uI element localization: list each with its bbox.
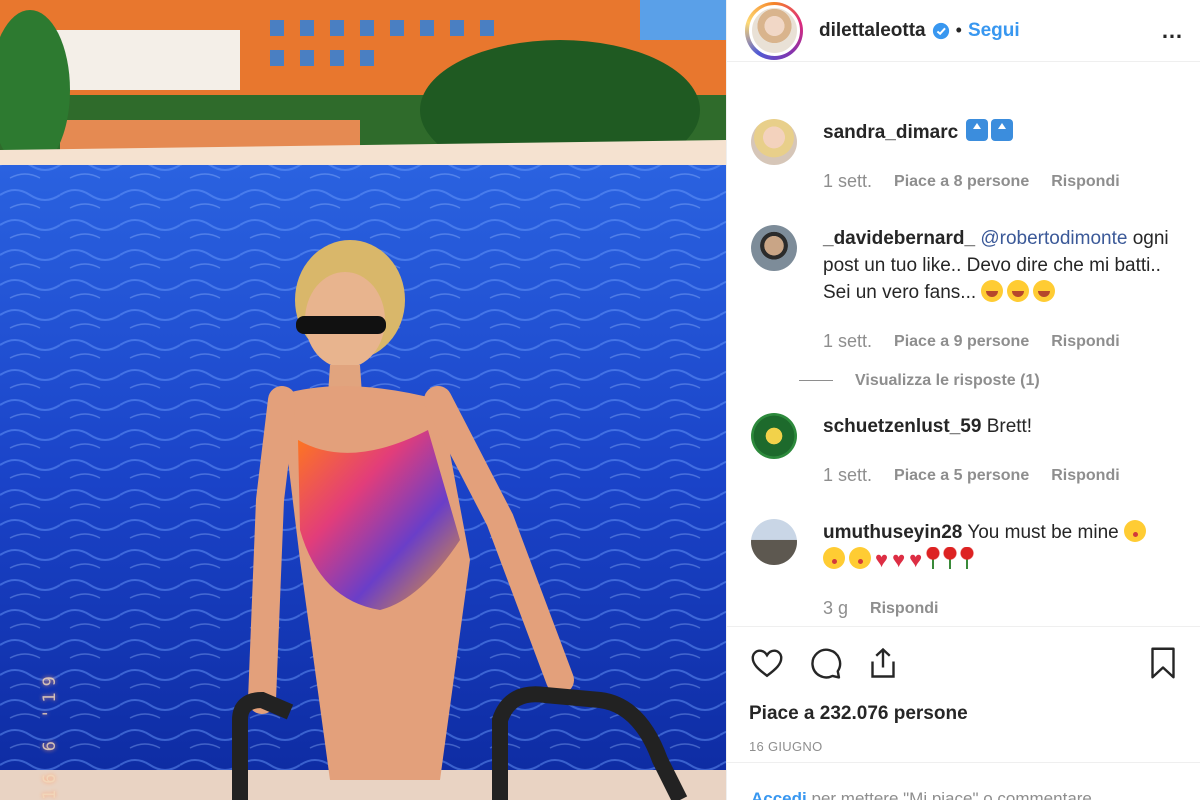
comment-icon[interactable] bbox=[807, 645, 843, 681]
clipped-previous-comment bbox=[751, 72, 1171, 78]
instagram-post: 16 6 '19 dilettaleotta • Segui … sandra_… bbox=[0, 0, 1200, 800]
reply-button[interactable]: Rispondi bbox=[870, 595, 938, 622]
author-username[interactable]: dilettaleotta bbox=[819, 20, 926, 42]
comment-username[interactable]: _davidebernard_ bbox=[823, 228, 975, 249]
verified-badge-icon bbox=[932, 22, 949, 39]
comment-body: umuthuseyin28 You must be mine ♥ ♥ ♥ 3 g R… bbox=[823, 519, 1181, 622]
laughing-emoji-icon bbox=[1033, 280, 1056, 302]
kissing-emoji-icon bbox=[1123, 520, 1146, 542]
like-heart-icon[interactable] bbox=[749, 645, 785, 681]
top-emoji-icon bbox=[991, 119, 1014, 141]
heart-emoji-icon: ♥ bbox=[909, 547, 923, 572]
comment-username[interactable]: sandra_dimarc bbox=[823, 122, 958, 143]
photo-illustration bbox=[0, 0, 726, 800]
post-actions: Piace a 232.076 persone 16 GIUGNO bbox=[727, 626, 1200, 754]
comment-likes[interactable]: Piace a 9 persone bbox=[894, 328, 1029, 355]
reply-button[interactable]: Rispondi bbox=[1051, 168, 1119, 195]
comment-username[interactable]: umuthuseyin28 bbox=[823, 522, 962, 543]
comments-list[interactable]: sandra_dimarc 1 sett. Piace a 8 persone … bbox=[727, 63, 1200, 628]
rose-emoji-icon bbox=[960, 547, 975, 569]
bookmark-icon[interactable] bbox=[1145, 645, 1181, 681]
top-emoji-icon bbox=[966, 119, 989, 141]
comment-likes[interactable]: Piace a 8 persone bbox=[894, 168, 1029, 195]
post-header: dilettaleotta • Segui … bbox=[727, 0, 1200, 62]
view-replies-label: Visualizza le risposte (1) bbox=[855, 372, 1040, 389]
author-avatar[interactable] bbox=[748, 5, 800, 56]
comment-item: umuthuseyin28 You must be mine ♥ ♥ ♥ 3 g R… bbox=[751, 519, 1181, 622]
comment-time[interactable]: 3 g bbox=[823, 595, 848, 622]
reply-button[interactable]: Rispondi bbox=[1051, 328, 1119, 355]
heart-emoji-icon: ♥ bbox=[892, 547, 906, 572]
view-replies-button[interactable]: Visualizza le risposte (1) bbox=[799, 367, 1181, 394]
comment-item: sandra_dimarc 1 sett. Piace a 8 persone … bbox=[751, 119, 1181, 195]
action-icons bbox=[749, 641, 1181, 685]
kissing-emoji-icon bbox=[849, 547, 871, 569]
reply-button[interactable]: Rispondi bbox=[1051, 462, 1119, 489]
post-side-panel: dilettaleotta • Segui … sandra_dimarc 1 bbox=[726, 0, 1200, 800]
commenter-avatar[interactable] bbox=[751, 225, 797, 271]
commenter-avatar[interactable] bbox=[751, 413, 797, 459]
commenter-avatar[interactable] bbox=[751, 519, 797, 565]
share-icon[interactable] bbox=[865, 645, 901, 681]
login-prompt-text: per mettere "Mi piace" o commentare. bbox=[811, 789, 1097, 800]
login-link[interactable]: Accedi bbox=[751, 789, 807, 800]
comment-username[interactable]: schuetzenlust_59 bbox=[823, 416, 981, 437]
laughing-emoji-icon bbox=[1007, 280, 1030, 302]
post-photo[interactable]: 16 6 '19 bbox=[0, 0, 726, 800]
comment-item: schuetzenlust_59 Brett! 1 sett. Piace a … bbox=[751, 413, 1181, 489]
comment-body: _davidebernard_ @robertodimonte ogni pos… bbox=[799, 225, 1181, 394]
comment-body: schuetzenlust_59 Brett! 1 sett. Piace a … bbox=[823, 413, 1181, 489]
header-separator: • bbox=[955, 20, 962, 40]
photo-datestamp: 16 6 '19 bbox=[40, 670, 60, 800]
login-prompt: Accedi per mettere "Mi piace" o commenta… bbox=[727, 762, 1200, 800]
comment-text: Brett! bbox=[986, 416, 1033, 437]
kissing-emoji-icon bbox=[823, 547, 845, 569]
comment-likes[interactable]: Piace a 5 persone bbox=[894, 462, 1029, 489]
comment-text: You must be mine bbox=[967, 522, 1119, 543]
comment-meta: 1 sett. Piace a 8 persone Rispondi bbox=[823, 168, 1181, 195]
comment-time[interactable]: 1 sett. bbox=[823, 462, 872, 489]
follow-button[interactable]: Segui bbox=[968, 20, 1020, 42]
likes-count[interactable]: Piace a 232.076 persone bbox=[749, 703, 1181, 725]
comment-meta: 3 g Rispondi bbox=[823, 595, 1181, 622]
more-options-icon[interactable]: … bbox=[1161, 18, 1184, 44]
commenter-avatar[interactable] bbox=[751, 119, 797, 165]
rose-emoji-icon bbox=[943, 547, 958, 569]
heart-emoji-icon: ♥ bbox=[875, 547, 889, 572]
comment-meta: 1 sett. Piace a 9 persone Rispondi bbox=[823, 328, 1181, 355]
laughing-emoji-icon bbox=[981, 280, 1004, 302]
replies-divider bbox=[799, 380, 833, 381]
author-avatar-ring[interactable] bbox=[745, 1, 803, 60]
comment-time[interactable]: 1 sett. bbox=[823, 168, 872, 195]
comment-mention[interactable]: @robertodimonte bbox=[980, 228, 1127, 249]
comment-body: sandra_dimarc 1 sett. Piace a 8 persone … bbox=[823, 119, 1181, 195]
comment-time[interactable]: 1 sett. bbox=[823, 328, 872, 355]
comment-item: _davidebernard_ @robertodimonte ogni pos… bbox=[751, 225, 1181, 394]
comment-meta: 1 sett. Piace a 5 persone Rispondi bbox=[823, 462, 1181, 489]
rose-emoji-icon bbox=[926, 547, 941, 569]
post-date[interactable]: 16 GIUGNO bbox=[749, 739, 1181, 754]
